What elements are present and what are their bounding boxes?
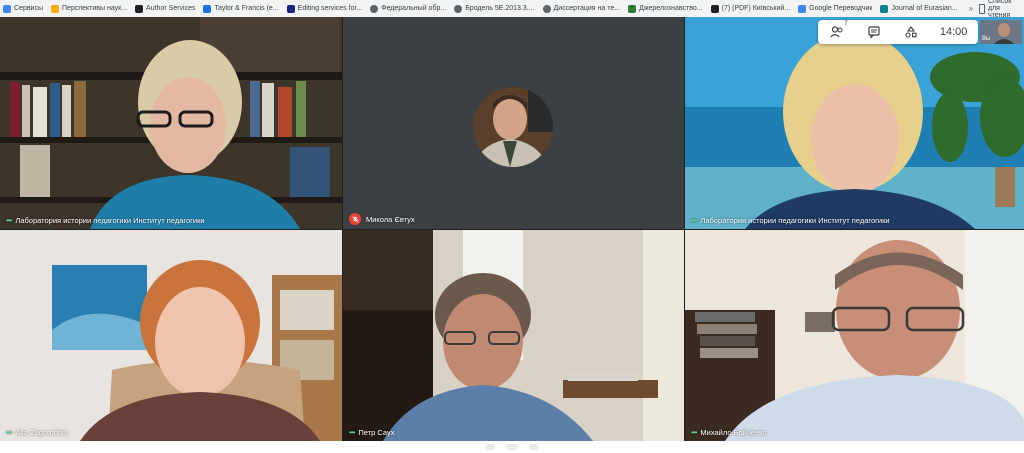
audio-indicator-icon: ••• [6, 428, 12, 437]
participant-name-text: Михайло Бойченко [700, 428, 767, 437]
bookmark-item[interactable]: Author Services [132, 0, 200, 17]
bookmark-item[interactable]: Google Переводчик [795, 0, 877, 17]
participant-name: Микола Євтух [349, 213, 415, 225]
bookmark-label: Google Переводчик [809, 5, 873, 12]
bookmark-item[interactable]: Journal of Eurasian... [877, 0, 962, 17]
toolbar-handle [507, 444, 517, 450]
participant-tile[interactable]: ••• Петр Саух [343, 230, 684, 441]
participant-video [0, 230, 342, 441]
participant-avatar [343, 17, 684, 229]
participant-video [685, 17, 1024, 229]
participant-name-text: Лаборатория истории педагогики Институт … [15, 216, 205, 225]
page-icon [880, 4, 889, 13]
audio-indicator-icon: ••• [691, 428, 697, 437]
audio-indicator-icon: ••• [691, 216, 697, 225]
participant-tile[interactable]: ••• Alla Zagorodnia [0, 230, 342, 441]
participant-video [685, 230, 1024, 441]
people-icon [829, 26, 843, 38]
meeting-grid: ••• Лаборатория истории педагогики Инстит… [0, 17, 1024, 441]
bookmark-item[interactable]: Перспективы наук... [48, 0, 132, 17]
participant-tile[interactable]: Микола Євтух [343, 17, 684, 229]
audio-indicator-icon: ••• [6, 216, 12, 225]
bookmark-label: Джерелознавство... [639, 5, 703, 12]
participant-name: ••• Alla Zagorodnia [6, 428, 68, 437]
participant-video [0, 17, 342, 229]
participant-name: ••• Лаборатория истории педагогики Инстит… [691, 216, 890, 225]
activities-button[interactable] [903, 24, 919, 40]
bookmark-item[interactable]: Taylor & Francis (e... [200, 0, 283, 17]
toolbar-handle [529, 444, 539, 450]
participant-name-text: Микола Євтух [366, 214, 415, 224]
bookmark-item[interactable]: Editing services for... [284, 0, 368, 17]
page-icon [710, 4, 719, 13]
reading-list-button[interactable]: Список для чтения [979, 0, 1024, 18]
bookmark-item[interactable]: Диссертация на те... [540, 0, 626, 17]
page-icon [286, 4, 295, 13]
self-view-thumbnail[interactable]: Вы [980, 20, 1022, 44]
participant-tile[interactable]: ••• Михайло Бойченко [685, 230, 1024, 441]
participant-video [343, 230, 684, 441]
people-button[interactable]: 7 [829, 21, 848, 40]
bookmark-item[interactable]: Бродель 5Е.2013.3.... [451, 0, 539, 17]
folder-icon [51, 4, 60, 13]
bookmark-label: Перспективы наук... [62, 5, 128, 12]
apps-grid-icon [3, 4, 11, 13]
page-icon [203, 4, 212, 13]
toolbar-handle [485, 444, 495, 450]
bookmark-item[interactable]: Федеральный обр... [367, 0, 451, 17]
activities-icon [905, 26, 917, 38]
participant-name: ••• Лаборатория истории педагогики Инстит… [6, 216, 205, 225]
chat-button[interactable] [866, 24, 882, 40]
participant-name: ••• Петр Саух [349, 428, 395, 437]
more-bookmarks-button[interactable]: » [963, 4, 979, 13]
bookmark-label: Editing services for... [297, 5, 363, 12]
participant-tile[interactable]: ••• Лаборатория истории педагогики Инстит… [0, 17, 342, 229]
bookmark-label: Бродель 5Е.2013.3.... [465, 5, 535, 12]
page-icon [628, 4, 637, 13]
bottom-toolbar [0, 441, 1024, 453]
page-icon [135, 4, 144, 13]
participant-name-text: Петр Саух [358, 428, 395, 437]
bookmark-label: Journal of Eurasian... [891, 5, 958, 12]
bookmark-label: Диссертация на те... [553, 5, 621, 12]
globe-icon [542, 4, 551, 13]
participant-name-text: Лаборатория истории педагогики Институт … [700, 216, 890, 225]
bookmark-label: (7) (PDF) Київський... [721, 5, 791, 12]
bookmark-label: Taylor & Francis (e... [214, 5, 279, 12]
bookmark-label: Федеральный обр... [381, 5, 447, 12]
self-view-label: Вы [982, 36, 991, 42]
reading-list-icon [979, 3, 985, 14]
chat-icon [868, 26, 880, 38]
reading-list-label: Список для чтения [987, 0, 1012, 18]
bookmark-label: Сервисы [14, 5, 44, 12]
translate-icon [798, 4, 807, 13]
participant-tile[interactable]: ••• Лаборатория истории педагогики Инстит… [685, 17, 1024, 229]
globe-icon [454, 4, 463, 13]
bookmark-services[interactable]: Сервисы [0, 0, 48, 17]
bookmarks-bar: Сервисы Перспективы наук... Author Servi… [0, 0, 1024, 18]
participant-name-text: Alla Zagorodnia [15, 428, 68, 437]
people-count-badge: 7 [844, 21, 848, 27]
globe-icon [370, 4, 379, 13]
bookmark-label: Author Services [146, 5, 196, 12]
meeting-clock: 14:00 [939, 26, 968, 38]
bookmark-item[interactable]: Джерелознавство... [625, 0, 708, 17]
participant-name: ••• Михайло Бойченко [691, 428, 767, 437]
meeting-controls: 7 14:00 [818, 20, 978, 44]
bookmark-item[interactable]: (7) (PDF) Київський... [708, 0, 796, 17]
audio-indicator-icon: ••• [349, 428, 355, 437]
mic-off-icon [349, 213, 361, 225]
